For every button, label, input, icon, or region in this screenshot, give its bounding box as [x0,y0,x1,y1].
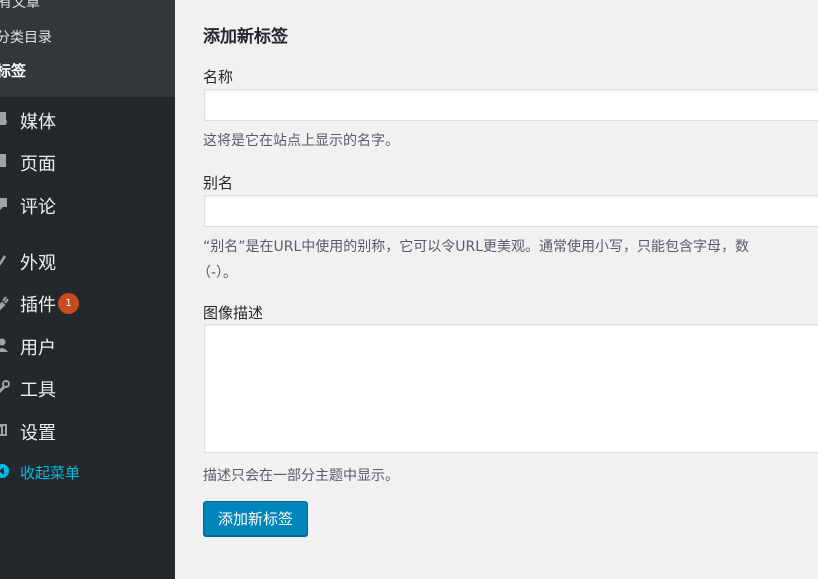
sidebar-item-media[interactable]: 媒体 [0,102,175,136]
user-icon [0,336,10,354]
slug-hint-line-1: “别名”是在URL中使用的别称，它可以令URL更美观。通常使用小写，只能包含字母… [203,239,750,255]
sidebar-item-label: 外观 [20,253,56,274]
collapse-arrow-icon [0,462,10,480]
slug-hint-line-2: （-）。 [197,265,238,281]
collapse-menu-button[interactable]: 收起菜单 [0,454,175,488]
slug-label: 别名 [203,174,234,192]
plugin-icon [0,293,10,311]
add-tag-form: 添加新标签 名称 这将是它在站点上显示的名字。 别名 “别名”是在URL中使用的… [175,0,818,579]
name-label: 名称 [203,68,234,86]
sidebar-item-label: 用户 [20,338,56,359]
comment-icon [0,195,10,213]
add-new-tag-button[interactable]: 添加新标签 [203,501,309,536]
sidebar-item-comments[interactable]: 评论 [0,187,175,221]
page: 有文章 分类目录 标签 媒体 页面 评论 外观 插件 1 用户 工具 设置 收起… [0,0,818,579]
sidebar-item-label: 工具 [20,380,56,401]
submenu-item-all-posts[interactable]: 有文章 [0,0,40,12]
submenu-item-categories[interactable]: 分类目录 [0,27,52,47]
sidebar-item-label: 插件 [20,295,56,316]
tag-name-input[interactable] [204,89,818,121]
collapse-menu-label: 收起菜单 [20,464,81,482]
media-icon [0,110,10,128]
sidebar-item-tools[interactable]: 工具 [0,370,175,404]
page-icon [0,152,10,170]
name-hint: 这将是它在站点上显示的名字。 [203,133,399,149]
tag-description-textarea[interactable] [204,324,818,453]
tools-icon [0,378,10,396]
sidebar-item-appearance[interactable]: 外观 [0,243,175,277]
sidebar-item-label: 媒体 [20,112,56,133]
description-hint: 描述只会在一部分主题中显示。 [203,468,399,484]
sidebar-item-users[interactable]: 用户 [0,328,175,362]
appearance-icon [0,251,10,269]
submenu-item-tags[interactable]: 标签 [0,60,26,81]
tag-slug-input[interactable] [204,195,818,227]
sidebar-item-pages[interactable]: 页面 [0,144,175,178]
posts-submenu: 有文章 分类目录 标签 [0,0,175,97]
form-title: 添加新标签 [203,27,288,47]
admin-sidebar: 有文章 分类目录 标签 媒体 页面 评论 外观 插件 1 用户 工具 设置 收起… [0,0,175,579]
sidebar-item-label: 评论 [20,197,56,218]
settings-icon [0,421,10,439]
update-count-badge: 1 [58,293,79,314]
sidebar-item-label: 设置 [20,423,56,444]
sidebar-item-label: 页面 [20,154,56,175]
sidebar-item-settings[interactable]: 设置 [0,413,175,447]
sidebar-item-plugins[interactable]: 插件 1 [0,285,175,319]
description-label: 图像描述 [203,304,264,322]
